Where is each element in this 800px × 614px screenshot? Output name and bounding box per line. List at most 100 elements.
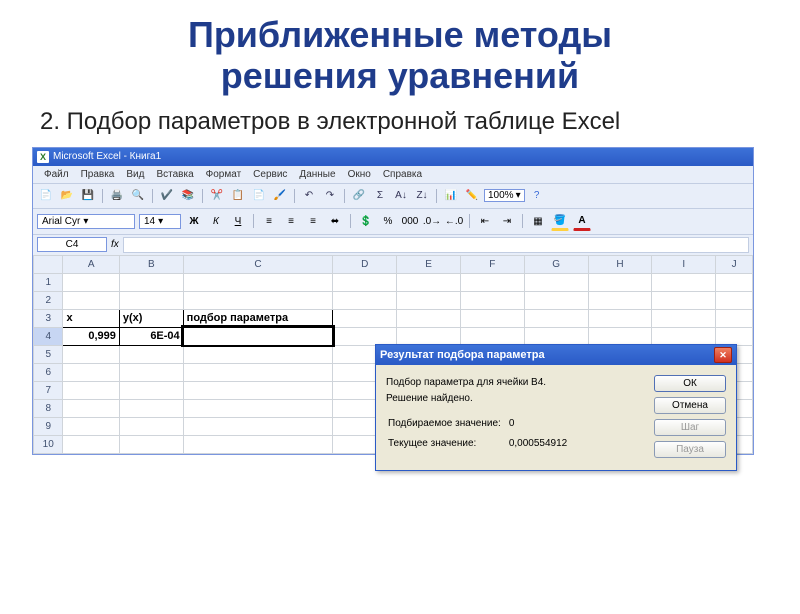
- paste-icon[interactable]: 📄: [250, 187, 268, 205]
- new-icon[interactable]: 📄: [37, 187, 55, 205]
- zoom-value: 100%: [488, 190, 514, 201]
- borders-icon[interactable]: ▦: [529, 213, 547, 230]
- row-header[interactable]: 6: [34, 363, 63, 381]
- slide-title-line2: решения уравнений: [221, 55, 579, 96]
- row-header[interactable]: 10: [34, 435, 63, 453]
- excel-icon: X: [37, 151, 49, 163]
- pause-button[interactable]: Пауза: [654, 441, 726, 458]
- menu-tools[interactable]: Сервис: [248, 168, 292, 181]
- formatting-toolbar: Arial Cyr ▾ 14 ▾ Ж К Ч ≡ ≡ ≡ ⬌ 💲 % 000 .…: [33, 208, 753, 234]
- increase-decimal-icon[interactable]: .0→: [423, 213, 441, 230]
- menu-help[interactable]: Справка: [378, 168, 427, 181]
- target-value: 0: [509, 415, 573, 433]
- col-header[interactable]: B: [119, 255, 183, 273]
- col-header[interactable]: J: [716, 255, 753, 273]
- row-header[interactable]: 4: [34, 327, 63, 345]
- redo-icon[interactable]: ↷: [321, 187, 339, 205]
- menu-edit[interactable]: Правка: [76, 168, 120, 181]
- row-header[interactable]: 3: [34, 309, 63, 327]
- align-right-icon[interactable]: ≡: [304, 213, 322, 230]
- research-icon[interactable]: 📚: [179, 187, 197, 205]
- close-icon[interactable]: ✕: [714, 347, 732, 363]
- chevron-down-icon: ▾: [83, 216, 88, 227]
- decrease-indent-icon[interactable]: ⇤: [476, 213, 494, 230]
- align-left-icon[interactable]: ≡: [260, 213, 278, 230]
- standard-toolbar: 📄 📂 💾 🖨️ 🔍 ✔️ 📚 ✂️ 📋 📄 🖌️ ↶ ↷ 🔗 Σ A↓ Z↓ …: [33, 183, 753, 208]
- format-painter-icon[interactable]: 🖌️: [271, 187, 289, 205]
- save-icon[interactable]: 💾: [79, 187, 97, 205]
- percent-icon[interactable]: %: [379, 213, 397, 230]
- step-button[interactable]: Шаг: [654, 419, 726, 436]
- row-header[interactable]: 2: [34, 291, 63, 309]
- cell-A4[interactable]: 0,999: [63, 327, 119, 345]
- hyperlink-icon[interactable]: 🔗: [350, 187, 368, 205]
- row-header[interactable]: 7: [34, 381, 63, 399]
- merge-icon[interactable]: ⬌: [326, 213, 344, 230]
- current-value: 0,000554912: [509, 435, 573, 453]
- cell-C3[interactable]: подбор параметра: [183, 309, 333, 327]
- dialog-titlebar: Результат подбора параметра ✕: [376, 345, 736, 365]
- titlebar: X Microsoft Excel - Книга1: [33, 148, 753, 166]
- col-header[interactable]: C: [183, 255, 333, 273]
- cancel-button[interactable]: Отмена: [654, 397, 726, 414]
- chart-icon[interactable]: 📊: [442, 187, 460, 205]
- italic-icon[interactable]: К: [207, 213, 225, 230]
- menu-file[interactable]: Файл: [39, 168, 74, 181]
- underline-icon[interactable]: Ч: [229, 213, 247, 230]
- menu-format[interactable]: Формат: [201, 168, 247, 181]
- chevron-down-icon: ▾: [516, 190, 521, 201]
- menu-window[interactable]: Окно: [343, 168, 376, 181]
- font-color-icon[interactable]: A: [573, 212, 591, 231]
- col-header[interactable]: G: [524, 255, 588, 273]
- print-preview-icon[interactable]: 🔍: [129, 187, 147, 205]
- dialog-title: Результат подбора параметра: [380, 349, 545, 361]
- drawing-icon[interactable]: ✏️: [463, 187, 481, 205]
- fill-color-icon[interactable]: 🪣: [551, 212, 569, 231]
- sort-desc-icon[interactable]: Z↓: [413, 187, 431, 205]
- ok-button[interactable]: ОК: [654, 375, 726, 392]
- open-icon[interactable]: 📂: [58, 187, 76, 205]
- cell-B3[interactable]: y(x): [119, 309, 183, 327]
- name-box[interactable]: C4: [37, 237, 107, 252]
- bold-icon[interactable]: Ж: [185, 213, 203, 230]
- undo-icon[interactable]: ↶: [300, 187, 318, 205]
- spellcheck-icon[interactable]: ✔️: [158, 187, 176, 205]
- col-header[interactable]: I: [652, 255, 716, 273]
- font-name-combo[interactable]: Arial Cyr ▾: [37, 214, 135, 229]
- autosum-icon[interactable]: Σ: [371, 187, 389, 205]
- col-header[interactable]: A: [63, 255, 119, 273]
- col-header[interactable]: D: [333, 255, 397, 273]
- print-icon[interactable]: 🖨️: [108, 187, 126, 205]
- col-header[interactable]: E: [397, 255, 461, 273]
- menu-insert[interactable]: Вставка: [151, 168, 198, 181]
- row-header[interactable]: 1: [34, 273, 63, 291]
- fx-label[interactable]: fx: [111, 239, 119, 250]
- menu-view[interactable]: Вид: [121, 168, 149, 181]
- font-size-combo[interactable]: 14 ▾: [139, 214, 181, 229]
- sort-asc-icon[interactable]: A↓: [392, 187, 410, 205]
- row-header[interactable]: 8: [34, 399, 63, 417]
- chevron-down-icon: ▾: [158, 216, 163, 227]
- col-header[interactable]: F: [460, 255, 524, 273]
- dialog-line1: Подбор параметра для ячейки B4.: [386, 375, 644, 391]
- cell-A3[interactable]: x: [63, 309, 119, 327]
- current-label: Текущее значение:: [388, 435, 507, 453]
- help-icon[interactable]: ?: [528, 187, 546, 205]
- align-center-icon[interactable]: ≡: [282, 213, 300, 230]
- cut-icon[interactable]: ✂️: [208, 187, 226, 205]
- goal-seek-dialog: Результат подбора параметра ✕ Подбор пар…: [375, 344, 737, 471]
- menu-data[interactable]: Данные: [294, 168, 340, 181]
- select-all[interactable]: [34, 255, 63, 273]
- currency-icon[interactable]: 💲: [357, 213, 375, 230]
- row-header[interactable]: 9: [34, 417, 63, 435]
- col-header[interactable]: H: [588, 255, 652, 273]
- comma-icon[interactable]: 000: [401, 213, 419, 230]
- cell-B4[interactable]: 6E-04: [119, 327, 183, 345]
- copy-icon[interactable]: 📋: [229, 187, 247, 205]
- decrease-decimal-icon[interactable]: ←.0: [445, 213, 463, 230]
- formula-input[interactable]: [123, 237, 749, 253]
- zoom-combo[interactable]: 100% ▾: [484, 189, 525, 202]
- row-header[interactable]: 5: [34, 345, 63, 363]
- increase-indent-icon[interactable]: ⇥: [498, 213, 516, 230]
- cell-C4[interactable]: [183, 327, 333, 345]
